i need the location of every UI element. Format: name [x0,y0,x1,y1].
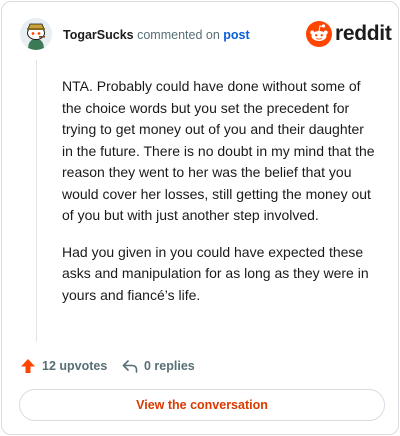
reply-button[interactable]: 0 replies [122,356,195,376]
reddit-logo[interactable]: reddit [306,20,392,48]
view-conversation-button[interactable]: View the conversation [19,389,385,421]
username-link[interactable]: TogarSucks [63,28,134,42]
reddit-snoo-icon [306,21,332,47]
upvote-arrow-icon [21,359,35,373]
comment-paragraph: NTA. Probably could have done without so… [62,78,375,223]
user-avatar[interactable] [20,18,52,50]
comment-header: TogarSucks commented on post reddit [20,18,392,54]
upvote-button[interactable]: 12 upvotes [20,356,107,376]
reply-count: 0 replies [144,359,195,373]
thread-line [36,60,37,342]
comment-body: NTA. Probably could have done without so… [62,76,378,321]
comment-meta: TogarSucks commented on post [63,27,250,43]
comment-actions: 12 upvotes 0 replies [20,356,320,376]
comment-paragraph: Had you given in you could have expected… [62,243,369,303]
reddit-wordmark: reddit [335,22,392,45]
commented-on-text: commented on [137,28,220,42]
upvote-count: 12 upvotes [42,359,108,373]
comment-card: TogarSucks commented on post reddit NTA.… [1,1,399,435]
reply-arrow-icon [122,360,138,373]
snoo-avatar-icon [20,18,52,50]
post-link[interactable]: post [223,28,249,42]
